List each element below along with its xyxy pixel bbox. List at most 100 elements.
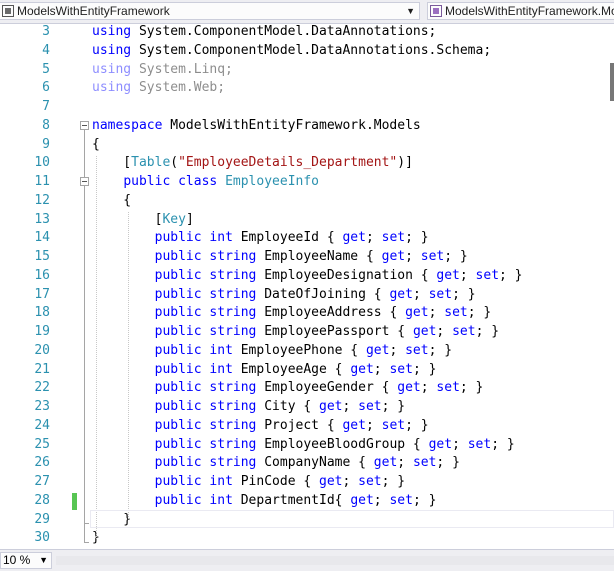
code-line[interactable]: 5 using System.Linq; xyxy=(0,61,614,80)
chevron-down-icon: ▼ xyxy=(39,555,48,565)
code-line[interactable]: 28 public int DepartmentId{ get; set; } xyxy=(0,492,614,511)
code-line[interactable]: 23 public string City { get; set; } xyxy=(0,398,614,417)
code-line[interactable]: 11 public class EmployeeInfo xyxy=(0,173,614,192)
line-number: 17 xyxy=(34,286,50,302)
type-dropdown[interactable]: ModelsWithEntityFramework.Models.Employe… xyxy=(427,2,614,20)
code-line[interactable]: 14 public int EmployeeId { get; set; } xyxy=(0,229,614,248)
class-icon xyxy=(430,5,442,17)
code-line[interactable]: 13 [Key] xyxy=(0,211,614,230)
code-line[interactable]: 25 public string EmployeeBloodGroup { ge… xyxy=(0,436,614,455)
scrollbar-thumb[interactable] xyxy=(610,63,614,101)
code-text[interactable]: public string Project { get; set; } xyxy=(92,417,429,436)
line-number: 24 xyxy=(34,417,50,433)
line-number: 22 xyxy=(34,380,50,396)
line-number: 30 xyxy=(34,530,50,546)
editor-status-bar: 10 % ▼ xyxy=(0,549,614,571)
line-number: 8 xyxy=(42,117,50,133)
code-editor[interactable]: 30} 29 } 28 public int DepartmentId{ get; … xyxy=(0,23,614,548)
code-text[interactable]: public string CompanyName { get; set; } xyxy=(92,454,460,473)
code-text[interactable]: using System.Linq; xyxy=(92,61,233,80)
line-number: 29 xyxy=(34,511,50,527)
code-text[interactable]: using System.ComponentModel.DataAnnotati… xyxy=(92,42,491,61)
code-line[interactable]: 20 public int EmployeePhone { get; set; … xyxy=(0,342,614,361)
line-number: 7 xyxy=(42,99,50,114)
code-line[interactable]: 10 [Table("EmployeeDetails_Department")] xyxy=(0,154,614,173)
code-line[interactable]: 24 public string Project { get; set; } xyxy=(0,417,614,436)
code-text[interactable]: public int DepartmentId{ get; set; } xyxy=(92,492,437,511)
line-number: 26 xyxy=(34,455,50,471)
code-line[interactable]: 7 xyxy=(0,98,614,117)
line-number: 12 xyxy=(34,192,50,208)
code-line[interactable]: 21 public int EmployeeAge { get; set; } xyxy=(0,361,614,380)
code-text[interactable]: public string EmployeeGender { get; set;… xyxy=(92,379,484,398)
code-line[interactable]: 18 public string EmployeeAddress { get; … xyxy=(0,304,614,323)
code-text[interactable]: [Key] xyxy=(92,211,194,230)
code-line[interactable]: 17 public string DateOfJoining { get; se… xyxy=(0,286,614,305)
zoom-level: 10 % xyxy=(3,553,31,567)
line-number: 25 xyxy=(34,436,50,452)
navigation-bar: ModelsWithEntityFramework ▼ ModelsWithEn… xyxy=(0,0,614,24)
code-text[interactable]: public string EmployeePassport { get; se… xyxy=(92,323,499,342)
project-dropdown[interactable]: ModelsWithEntityFramework ▼ xyxy=(0,2,420,20)
code-text[interactable]: public int EmployeeAge { get; set; } xyxy=(92,361,437,380)
code-text[interactable]: public string EmployeeBloodGroup { get; … xyxy=(92,436,515,455)
code-text[interactable]: public string EmployeeAddress { get; set… xyxy=(92,304,492,323)
chevron-down-icon: ▼ xyxy=(406,6,415,16)
code-line[interactable]: 4 using System.ComponentModel.DataAnnotat… xyxy=(0,42,614,61)
code-line[interactable]: 30} xyxy=(0,529,614,548)
type-name: ModelsWithEntityFramework.Models.Employe… xyxy=(445,4,614,18)
code-line[interactable]: 3 using System.ComponentModel.DataAnnotat… xyxy=(0,23,614,42)
code-text[interactable]: { xyxy=(92,136,100,155)
horizontal-scrollbar[interactable] xyxy=(56,556,614,565)
code-line[interactable]: 16 public string EmployeeDesignation { g… xyxy=(0,267,614,286)
zoom-dropdown[interactable]: 10 % ▼ xyxy=(0,552,52,569)
code-text[interactable]: public string EmployeeDesignation { get;… xyxy=(92,267,523,286)
line-number: 11 xyxy=(34,174,50,189)
code-text[interactable]: namespace ModelsWithEntityFramework.Mode… xyxy=(92,117,421,136)
code-text[interactable]: public int EmployeeId { get; set; } xyxy=(92,229,429,248)
code-line[interactable]: 9{ xyxy=(0,136,614,155)
indent-guide xyxy=(128,212,129,519)
csharp-project-icon xyxy=(2,5,14,17)
line-number: 13 xyxy=(34,211,50,227)
line-number: 19 xyxy=(34,324,50,339)
line-number: 10 xyxy=(34,155,50,171)
code-line[interactable]: 22 public string EmployeeGender { get; s… xyxy=(0,379,614,398)
code-text[interactable]: public string DateOfJoining { get; set; … xyxy=(92,286,476,305)
code-line[interactable]: 15 public string EmployeeName { get; set… xyxy=(0,248,614,267)
line-number: 18 xyxy=(34,305,50,321)
fold-guide-class xyxy=(84,186,85,523)
line-number: 20 xyxy=(34,342,50,358)
indent-guide xyxy=(96,156,97,539)
code-line[interactable]: 27 public int PinCode { get; set; } xyxy=(0,473,614,492)
code-text[interactable]: { xyxy=(92,192,131,211)
collapse-namespace-icon[interactable] xyxy=(80,121,89,130)
code-text[interactable]: public string City { get; set; } xyxy=(92,398,406,417)
project-name: ModelsWithEntityFramework xyxy=(17,4,170,18)
code-text[interactable]: public class EmployeeInfo xyxy=(92,173,319,192)
line-number: 6 xyxy=(42,80,50,96)
line-number: 28 xyxy=(34,492,50,508)
collapse-class-icon[interactable] xyxy=(80,177,89,186)
code-line[interactable]: 6 using System.Web; xyxy=(0,79,614,98)
line-number: 23 xyxy=(34,399,50,414)
line-number: 5 xyxy=(42,61,50,77)
line-number: 15 xyxy=(34,249,50,264)
code-text[interactable]: using System.Web; xyxy=(92,79,225,98)
fold-end-class xyxy=(84,523,89,524)
code-text[interactable]: public int EmployeePhone { get; set; } xyxy=(92,342,452,361)
code-line[interactable]: 12 { xyxy=(0,192,614,211)
code-text[interactable]: [Table("EmployeeDetails_Department")] xyxy=(92,154,413,173)
line-number: 16 xyxy=(34,267,50,283)
code-line[interactable]: 8 namespace ModelsWithEntityFramework.Mod… xyxy=(0,117,614,136)
line-number: 14 xyxy=(34,230,50,246)
code-text[interactable]: public int PinCode { get; set; } xyxy=(92,473,405,492)
code-text[interactable]: using System.ComponentModel.DataAnnotati… xyxy=(92,23,436,42)
current-line-highlight xyxy=(90,510,614,528)
code-text[interactable]: public string EmployeeName { get; set; } xyxy=(92,248,468,267)
code-line[interactable]: 26 public string CompanyName { get; set;… xyxy=(0,454,614,473)
line-number: 3 xyxy=(42,24,50,39)
line-number: 21 xyxy=(34,361,50,377)
line-number: 27 xyxy=(34,474,50,489)
code-line[interactable]: 19 public string EmployeePassport { get;… xyxy=(0,323,614,342)
